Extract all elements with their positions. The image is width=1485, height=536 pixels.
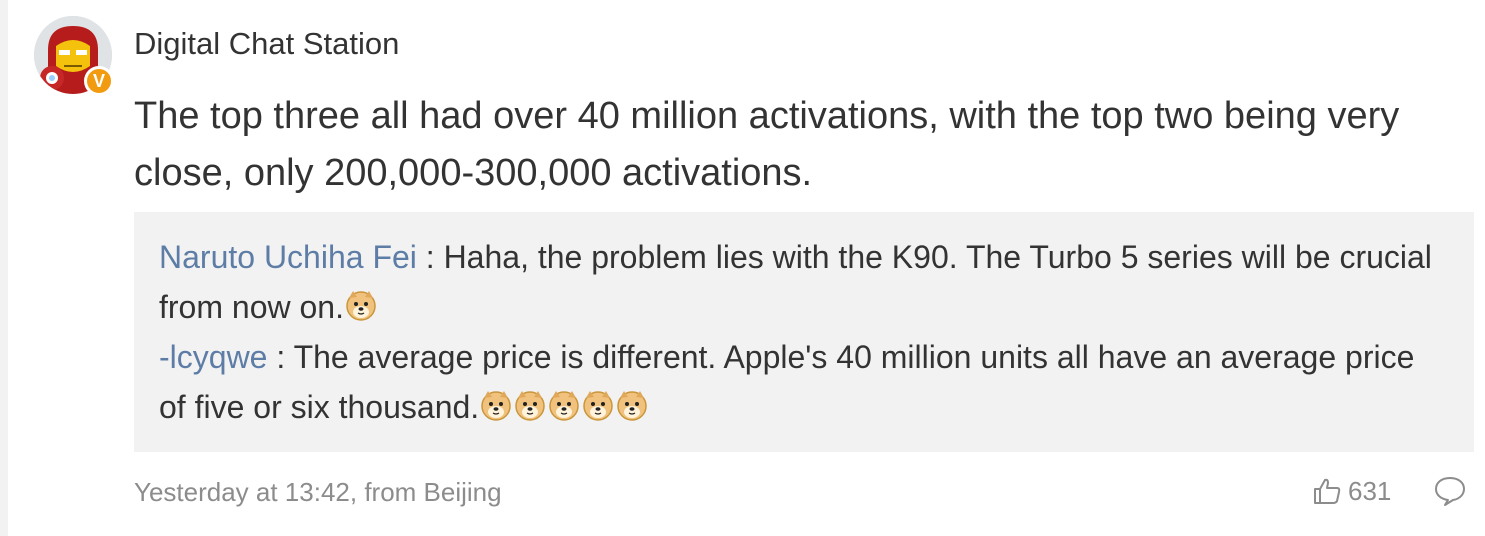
thumbs-up-icon [1314,478,1341,504]
doge-emoji-icon [581,386,615,421]
like-button[interactable]: 631 [1312,474,1391,508]
doge-emoji-icon [344,286,378,321]
reply-separator: : [267,339,294,375]
avatar[interactable]: V [34,16,114,96]
left-edge [0,0,8,536]
reply-item: -lcyqwe : The average price is different… [159,332,1449,432]
reply-item: Naruto Uchiha Fei : Haha, the problem li… [159,232,1449,332]
reply-text: The average price is different. Apple's … [159,339,1415,425]
reply-emojis [344,289,378,325]
doge-emoji-icon [513,386,547,421]
comment-button[interactable] [1433,474,1467,513]
replies-box: Naruto Uchiha Fei : Haha, the problem li… [134,212,1474,452]
comment-bubble-icon [1435,477,1465,506]
post-content: The top three all had over 40 million ac… [134,95,1400,194]
reply-author-link[interactable]: -lcyqwe [159,339,267,375]
like-count: 631 [1348,475,1392,506]
post-timestamp: Yesterday at 13:42, from Beijing [134,477,502,507]
reply-author-link[interactable]: Naruto Uchiha Fei [159,239,417,275]
doge-emoji-icon [615,386,649,421]
verified-badge: V [84,66,114,96]
reply-emojis [479,389,649,425]
reply-separator: : [416,239,444,275]
doge-emoji-icon [547,386,581,421]
doge-emoji-icon [479,386,513,421]
post-author-name[interactable]: Digital Chat Station [134,26,399,62]
